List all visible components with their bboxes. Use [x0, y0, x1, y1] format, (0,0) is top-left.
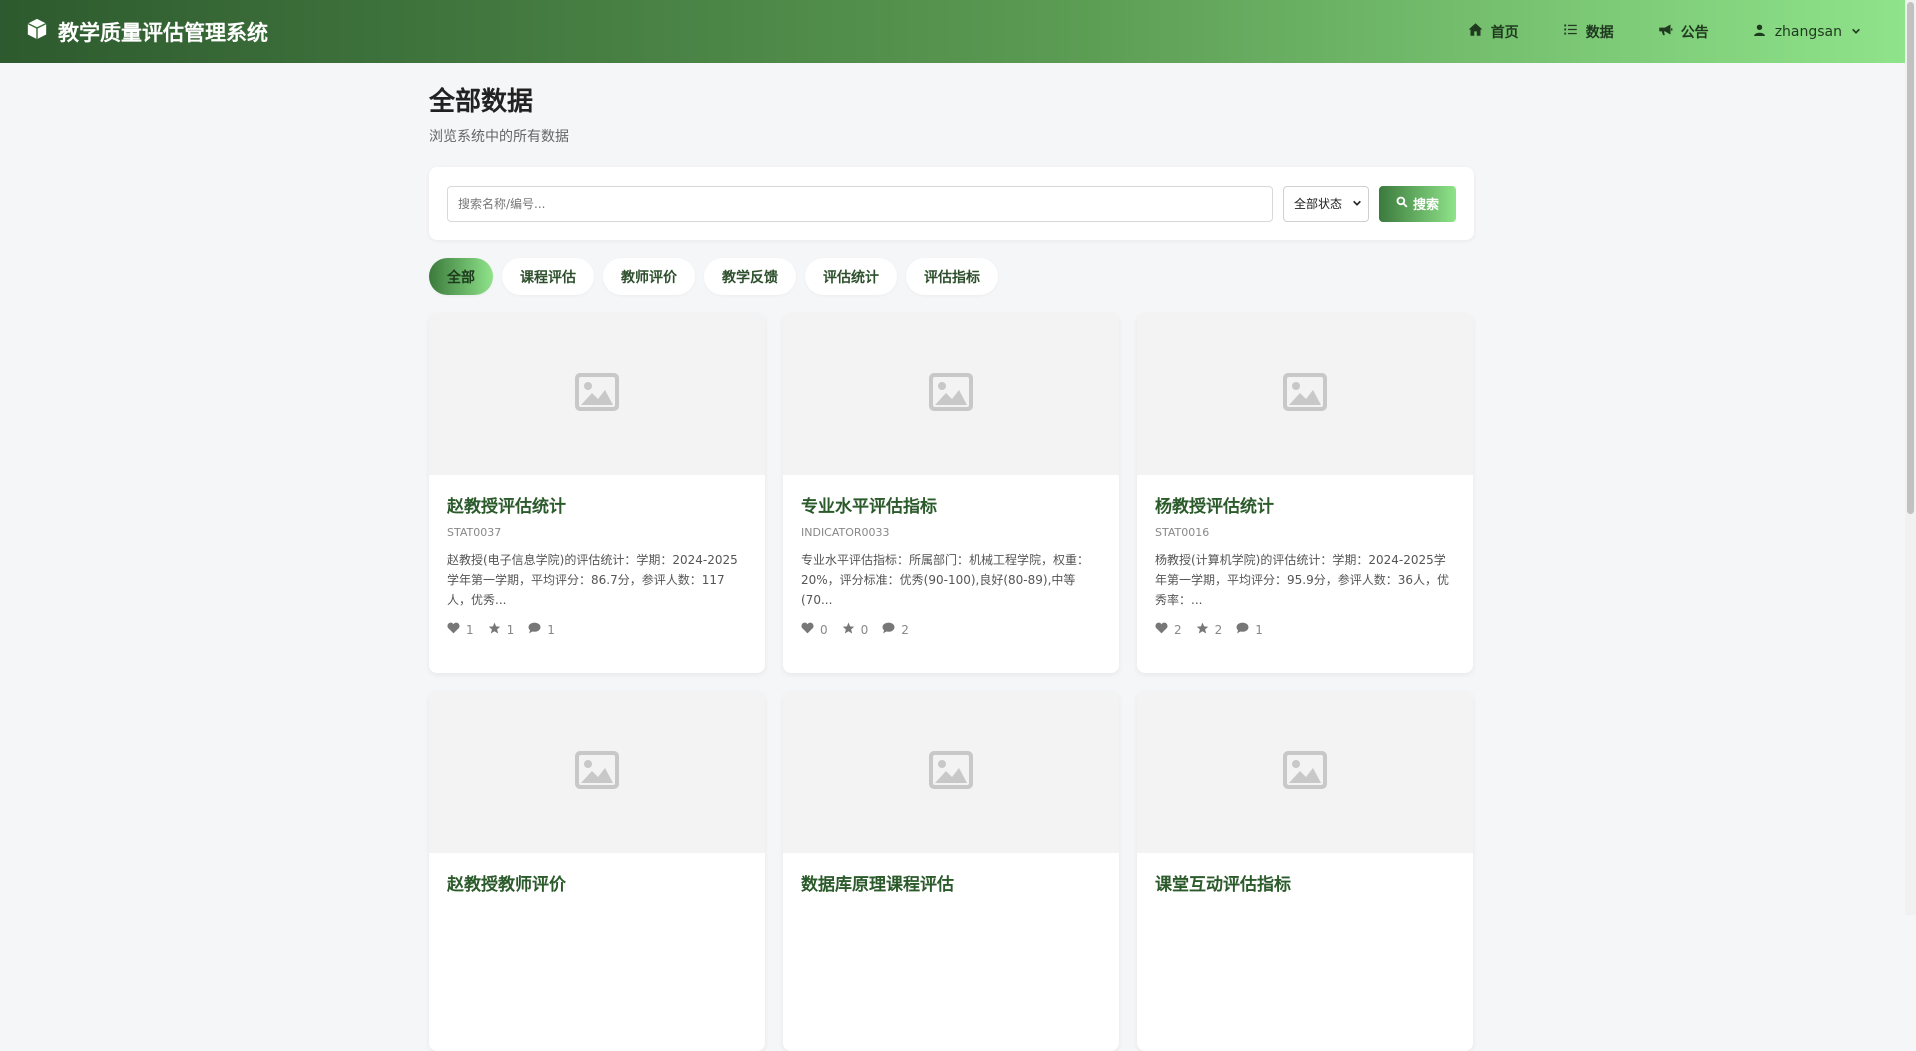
nav-home[interactable]: 首页: [1446, 22, 1541, 42]
tab-teacher-review[interactable]: 教师评价: [603, 258, 695, 295]
comment-count[interactable]: 1: [1236, 622, 1263, 637]
comment-count[interactable]: 2: [882, 622, 909, 637]
page-scrollbar[interactable]: [1905, 0, 1916, 915]
comment-icon: [1236, 622, 1249, 637]
card-image-placeholder: [429, 313, 765, 475]
card-image-placeholder: [1137, 313, 1473, 475]
card-title[interactable]: 数据库原理课程评估: [801, 873, 1101, 897]
comment-icon: [882, 622, 895, 637]
favorite-count[interactable]: 1: [488, 622, 515, 637]
card-description: 赵教授(电子信息学院)的评估统计：学期：2024-2025学年第一学期，平均评分…: [447, 553, 738, 607]
image-icon: [574, 372, 620, 416]
nav-announcement[interactable]: 公告: [1636, 22, 1731, 42]
status-select[interactable]: 全部状态: [1283, 185, 1369, 222]
like-count[interactable]: 2: [1155, 622, 1182, 637]
favorite-count-value: 1: [506, 622, 515, 637]
image-icon: [574, 750, 620, 794]
category-tabs: 全部 课程评估 教师评价 教学反馈 评估统计 评估指标: [429, 258, 1474, 295]
tab-evaluation-statistics[interactable]: 评估统计: [805, 258, 897, 295]
card-title[interactable]: 赵教授评估统计: [447, 495, 747, 519]
card-stats: 0 0 2: [801, 622, 1101, 637]
scroll-thumb[interactable]: [1907, 2, 1914, 514]
image-icon: [928, 750, 974, 794]
brand-title: 教学质量评估管理系统: [58, 20, 268, 45]
comment-count-value: 1: [547, 622, 555, 637]
image-icon: [928, 372, 974, 416]
card-stats: 1 1 1: [447, 622, 747, 637]
card-image-placeholder: [1137, 691, 1473, 853]
search-input[interactable]: [447, 185, 1273, 222]
card-image-placeholder: [783, 313, 1119, 475]
nav-data-label: 数据: [1585, 24, 1614, 41]
star-icon: [488, 622, 501, 637]
list-icon: [1563, 22, 1578, 41]
image-icon: [1282, 372, 1328, 416]
favorite-count-value: 0: [860, 622, 869, 637]
card-code: INDICATOR0033: [801, 526, 890, 539]
search-panel: 全部状态 搜索: [429, 167, 1474, 240]
comment-count-value: 1: [1255, 622, 1263, 637]
bullhorn-icon: [1658, 22, 1673, 41]
user-icon: [1753, 23, 1766, 41]
data-card[interactable]: 专业水平评估指标 INDICATOR0033 专业水平评估指标：所属部门：机械工…: [783, 313, 1119, 673]
card-description: 专业水平评估指标：所属部门：机械工程学院，权重：20%，评分标准：优秀(90-1…: [801, 553, 1090, 607]
card-stats: 2 2 1: [1155, 622, 1455, 637]
comment-count[interactable]: 1: [528, 622, 555, 637]
data-card[interactable]: 杨教授评估统计 STAT0016 杨教授(计算机学院)的评估统计：学期：2024…: [1137, 313, 1473, 673]
heart-icon: [801, 622, 814, 637]
heart-icon: [1155, 622, 1168, 637]
chevron-down-icon: [1851, 24, 1861, 40]
top-navbar: 教学质量评估管理系统 首页 数据 公告 zhangsan: [0, 0, 1905, 63]
home-icon: [1468, 22, 1483, 41]
card-code: STAT0037: [447, 526, 502, 539]
star-icon: [1196, 622, 1209, 637]
search-button[interactable]: 搜索: [1379, 185, 1456, 222]
heart-icon: [447, 622, 460, 637]
card-title[interactable]: 赵教授教师评价: [447, 873, 747, 897]
tab-evaluation-indicators[interactable]: 评估指标: [906, 258, 998, 295]
search-button-label: 搜索: [1412, 197, 1439, 212]
data-card[interactable]: 赵教授评估统计 STAT0037 赵教授(电子信息学院)的评估统计：学期：202…: [429, 313, 765, 673]
nav-announcement-label: 公告: [1680, 24, 1709, 41]
comment-icon: [528, 622, 541, 637]
page-subtitle: 浏览系统中的所有数据: [429, 129, 569, 145]
chevron-down-icon: [1352, 197, 1362, 211]
tab-teaching-feedback[interactable]: 教学反馈: [704, 258, 796, 295]
tab-course-evaluation[interactable]: 课程评估: [502, 258, 594, 295]
like-count-value: 1: [466, 622, 474, 637]
user-menu[interactable]: zhangsan: [1731, 23, 1861, 41]
card-image-placeholder: [429, 691, 765, 853]
card-image-placeholder: [783, 691, 1119, 853]
favorite-count[interactable]: 0: [842, 622, 869, 637]
main-content: 全部数据 浏览系统中的所有数据 全部状态 搜索 全部 课程评估 教师评价 教学反…: [429, 63, 1474, 1051]
data-card-grid: 赵教授评估统计 STAT0037 赵教授(电子信息学院)的评估统计：学期：202…: [429, 313, 1474, 1051]
like-count[interactable]: 0: [801, 622, 828, 637]
image-icon: [1282, 750, 1328, 794]
favorite-count[interactable]: 2: [1196, 622, 1223, 637]
like-count-value: 0: [820, 622, 828, 637]
username: zhangsan: [1774, 23, 1842, 40]
favorite-count-value: 2: [1214, 622, 1223, 637]
data-card[interactable]: 课堂互动评估指标: [1137, 691, 1473, 1051]
data-card[interactable]: 数据库原理课程评估: [783, 691, 1119, 1051]
like-count[interactable]: 1: [447, 622, 474, 637]
status-select-value: 全部状态: [1294, 197, 1343, 211]
tab-all[interactable]: 全部: [429, 258, 493, 295]
cube-icon: [26, 18, 48, 45]
card-title[interactable]: 杨教授评估统计: [1155, 495, 1455, 519]
data-card[interactable]: 赵教授教师评价: [429, 691, 765, 1051]
like-count-value: 2: [1174, 622, 1182, 637]
star-icon: [842, 622, 855, 637]
search-icon: [1396, 196, 1408, 211]
card-code: STAT0016: [1155, 526, 1210, 539]
card-title[interactable]: 课堂互动评估指标: [1155, 873, 1455, 897]
card-title[interactable]: 专业水平评估指标: [801, 495, 1101, 519]
nav-data[interactable]: 数据: [1541, 22, 1636, 42]
brand[interactable]: 教学质量评估管理系统: [26, 17, 268, 47]
card-description: 杨教授(计算机学院)的评估统计：学期：2024-2025学年第一学期，平均评分：…: [1155, 553, 1449, 607]
comment-count-value: 2: [901, 622, 909, 637]
nav-home-label: 首页: [1490, 24, 1519, 41]
page-title: 全部数据: [429, 87, 534, 117]
